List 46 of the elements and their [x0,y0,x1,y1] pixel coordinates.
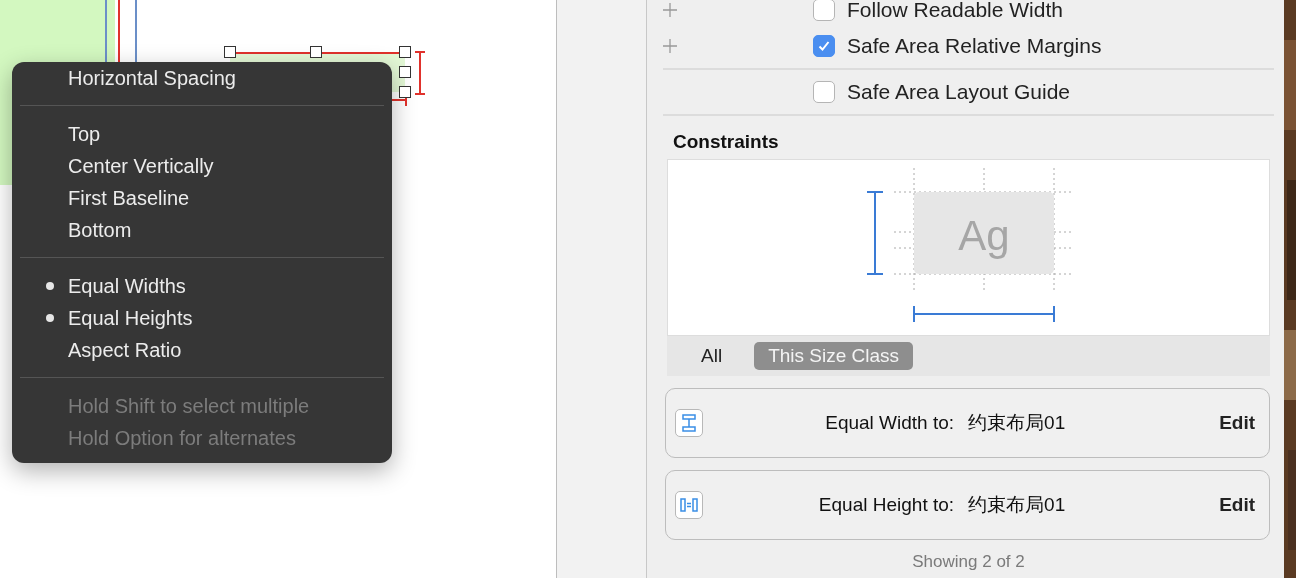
menu-hint: Hold Option for alternates [67,426,297,451]
menu-item-label: Equal Heights [68,307,193,329]
constraint-card[interactable]: Equal Width to: 约束布局01 Edit [665,388,1270,458]
menu-hint: Hold Shift to select multiple [67,394,311,419]
menu-item-label: Aspect Ratio [68,339,182,361]
menu-item[interactable]: Bottom [12,214,392,246]
menu-item[interactable]: Center Vertically [12,150,392,182]
menu-item[interactable]: Horizontal Spacing [12,62,392,94]
edit-button[interactable]: Edit [1219,412,1255,434]
menu-item[interactable]: Aspect Ratio [12,334,392,366]
constraint-label: Equal Height to: [817,494,955,516]
resize-handle[interactable] [399,86,411,98]
checkbox-label: Safe Area Layout Guide [847,80,1070,104]
constraint-count: Showing 2 of 2 [911,552,1026,572]
resize-handle[interactable] [399,66,411,78]
height-constraint-icon [866,191,884,275]
menu-item[interactable]: Equal Widths [12,270,392,302]
menu-item[interactable]: First Baseline [12,182,392,214]
menu-item[interactable]: Equal Heights [12,302,392,334]
menu-item-label: Horizontal Spacing [68,67,236,89]
constraint-target: 约束布局01 [968,493,1067,517]
checkbox-label: Follow Readable Width [847,0,1063,22]
constraint-bracket [414,51,426,95]
menu-item-label: Center Vertically [68,155,214,177]
edit-button[interactable]: Edit [1219,494,1255,516]
menu-item[interactable]: Top [12,118,392,150]
menu-item-label: First Baseline [68,187,190,209]
section-title: Constraints [673,131,780,153]
menu-item-label: Top [68,123,101,145]
resize-handle[interactable] [310,46,322,58]
checkbox[interactable] [813,35,835,57]
width-constraint-icon [913,305,1055,323]
checkbox[interactable] [813,0,835,21]
constraint-label: Equal Width to: [824,412,955,434]
constraint-target: 约束布局01 [968,411,1067,435]
resize-handle[interactable] [399,46,411,58]
menu-item-label: Equal Widths [68,275,186,297]
constraint-card[interactable]: Equal Height to: 约束布局01 Edit [665,470,1270,540]
equal-width-icon [675,409,703,437]
resize-handle[interactable] [224,46,236,58]
checkbox-label: Safe Area Relative Margins [847,34,1102,58]
preview-text: Ag [958,212,1010,259]
tab[interactable]: All [687,342,737,370]
equal-height-icon [675,491,703,519]
checkbox[interactable] [813,81,835,103]
menu-item-label: Bottom [68,219,132,241]
